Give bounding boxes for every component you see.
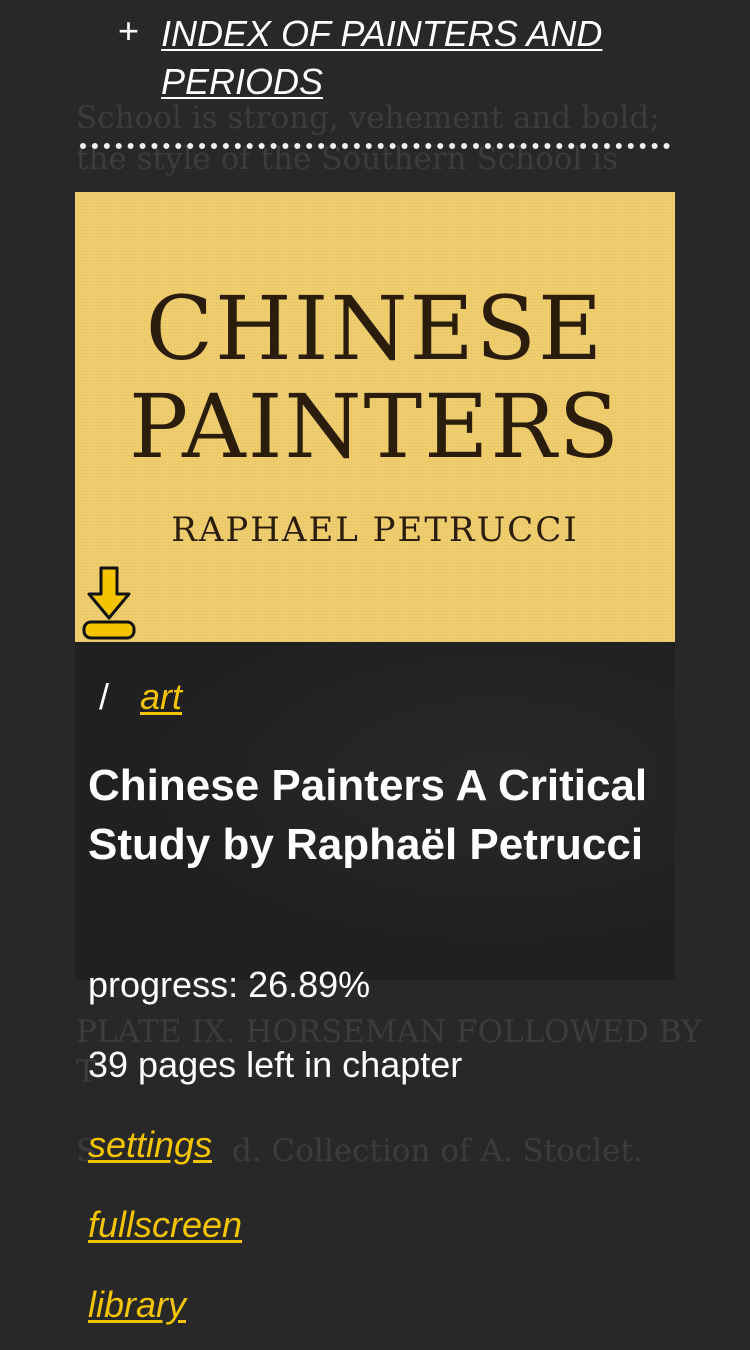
cover-title-line: PAINTERS (129, 375, 621, 478)
background-text-line: d. Collection of A. Stoclet. (232, 1133, 643, 1169)
cover-title-line: CHINESE (145, 277, 605, 380)
pages-left-text: 39 pages left in chapter (88, 1044, 463, 1085)
progress-text: progress: 26.89% (88, 964, 371, 1005)
settings-link[interactable]: settings (88, 1124, 212, 1166)
breadcrumb-category-link[interactable]: art (140, 676, 182, 718)
toc-link-index[interactable]: INDEX OF PAINTERS AND PERIODS (161, 10, 661, 106)
breadcrumb-separator: / (99, 676, 110, 717)
book-cover: CHINESE PAINTERS RAPHAEL PETRUCCI (75, 192, 675, 642)
library-link[interactable]: library (88, 1284, 186, 1326)
cover-author: RAPHAEL PETRUCCI (171, 510, 579, 550)
dotted-divider (80, 143, 670, 149)
expand-icon[interactable]: + (118, 10, 139, 52)
book-title: Chinese Painters A Critical Study by Rap… (88, 761, 648, 869)
download-icon[interactable] (81, 566, 137, 642)
fullscreen-link[interactable]: fullscreen (88, 1204, 242, 1246)
